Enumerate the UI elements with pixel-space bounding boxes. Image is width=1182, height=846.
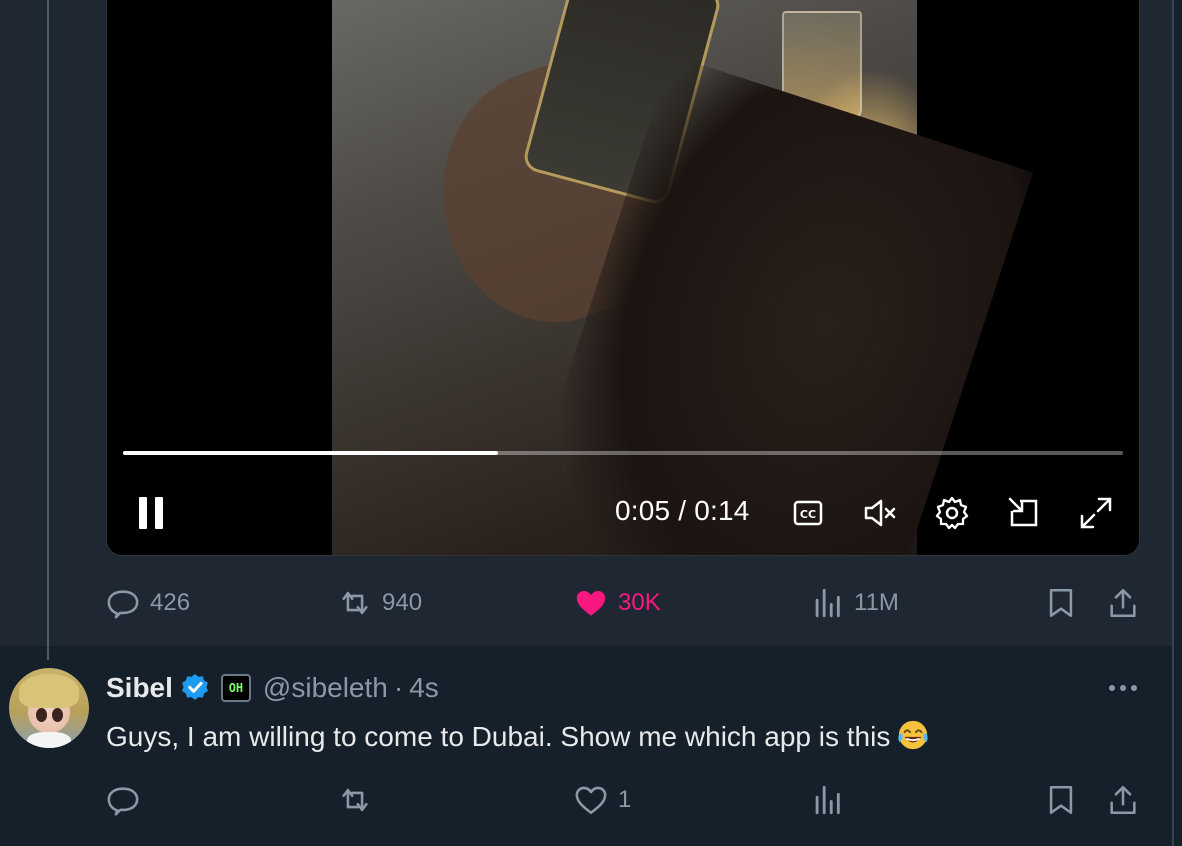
avatar[interactable] [9, 668, 89, 748]
reply-text-body: Guys, I am willing to come to Dubai. Sho… [106, 721, 891, 752]
reply-button[interactable]: 426 [106, 583, 190, 623]
pip-button[interactable] [1006, 495, 1042, 531]
reply-icon [107, 590, 139, 619]
repost-count: 940 [382, 589, 423, 616]
thread-connector-line [47, 0, 49, 660]
like-count: 1 [618, 786, 632, 813]
views-icon [815, 785, 840, 815]
share-button[interactable] [1106, 780, 1140, 820]
more-options-icon[interactable] [1106, 678, 1140, 698]
bookmark-button[interactable] [1044, 780, 1078, 820]
share-icon [1110, 588, 1136, 618]
heart-filled-icon [576, 590, 606, 616]
reply-actions: 1 [106, 780, 1146, 820]
captions-icon: CC [793, 500, 823, 526]
views-icon [815, 588, 840, 618]
like-button[interactable]: 1 [574, 780, 631, 820]
tears-of-joy-emoji-icon [898, 720, 928, 750]
settings-icon [935, 496, 969, 530]
pip-icon [1008, 497, 1038, 527]
bookmark-icon [1049, 588, 1073, 618]
timeline: 0:05 / 0:14 CC 426 940 30K 11M Sibel OH … [0, 0, 1182, 846]
captions-button[interactable]: CC [790, 495, 826, 531]
header-separator: · [393, 672, 404, 703]
avatar-shirt [27, 732, 71, 748]
mute-button[interactable] [862, 495, 898, 531]
display-name[interactable]: Sibel [106, 672, 173, 704]
reply-count: 426 [150, 589, 191, 616]
pause-icon [139, 497, 147, 529]
like-button[interactable]: 30K [574, 583, 661, 623]
repost-icon [342, 788, 368, 812]
avatar-eye [36, 708, 47, 722]
like-count: 30K [618, 589, 661, 616]
share-button[interactable] [1106, 583, 1140, 623]
share-icon [1110, 785, 1136, 815]
fullscreen-button[interactable] [1078, 495, 1114, 531]
video-frame[interactable] [332, 0, 1034, 555]
mute-icon [864, 499, 896, 527]
heart-icon [575, 786, 607, 815]
avatar-hair [19, 674, 79, 708]
bookmark-button[interactable] [1044, 583, 1078, 623]
reply-header: Sibel OH @sibeleth · 4s [106, 670, 439, 706]
avatar-eye [52, 708, 63, 722]
reply-text: Guys, I am willing to come to Dubai. Sho… [106, 718, 930, 753]
user-handle[interactable]: @sibeleth [263, 672, 388, 704]
svg-text:CC: CC [800, 508, 816, 521]
video-time: 0:05 / 0:14 [615, 495, 750, 526]
fullscreen-icon [1080, 497, 1112, 529]
verified-badge-icon[interactable] [179, 672, 211, 704]
bookmark-icon [1049, 785, 1073, 815]
column-border [1172, 0, 1174, 846]
reply-button[interactable] [106, 780, 150, 820]
video-progress-bar[interactable] [123, 451, 1123, 455]
reply-icon [107, 787, 139, 816]
views-count: 11M [854, 589, 899, 616]
pause-icon-bar [155, 497, 163, 529]
views-button[interactable]: 11M [810, 583, 899, 623]
settings-button[interactable] [934, 495, 970, 531]
repost-button[interactable]: 940 [338, 583, 422, 623]
video-progress-fill [123, 451, 498, 455]
views-button[interactable] [810, 780, 854, 820]
post-time[interactable]: 4s [409, 672, 439, 704]
main-tweet-actions: 426 940 30K 11M [106, 583, 1146, 623]
video-player[interactable]: 0:05 / 0:14 CC [106, 0, 1140, 556]
affiliate-badge[interactable]: OH [220, 674, 251, 702]
repost-icon [342, 591, 368, 615]
repost-button[interactable] [338, 780, 382, 820]
pause-button[interactable] [133, 493, 167, 533]
